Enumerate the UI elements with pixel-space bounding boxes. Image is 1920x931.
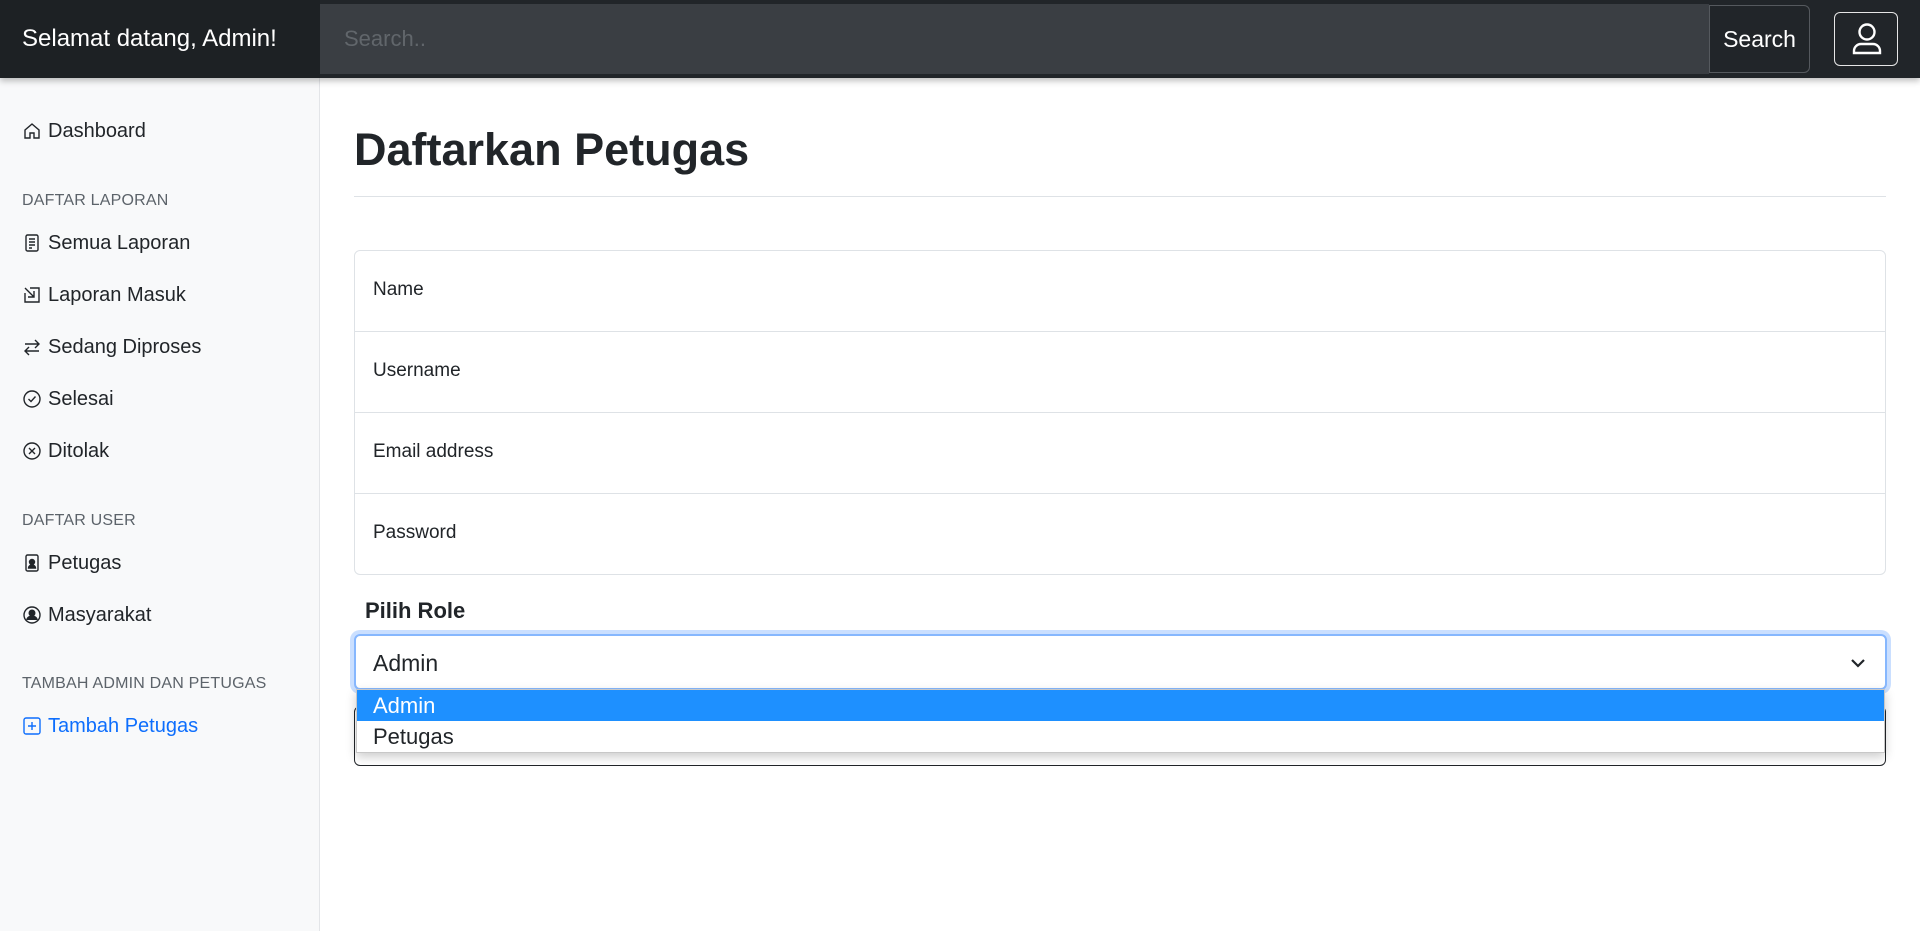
name-field[interactable]: Name xyxy=(354,250,1886,332)
sidebar-item-laporan-masuk[interactable]: Laporan Masuk xyxy=(22,280,186,310)
person-badge-icon xyxy=(25,554,39,572)
sidebar-item-semua-laporan[interactable]: Semua Laporan xyxy=(22,228,190,258)
sidebar-item-label: Petugas xyxy=(48,551,122,574)
top-navbar: Selamat datang, Admin! Search xyxy=(0,0,1920,78)
plus-square-icon xyxy=(23,717,41,735)
email-field[interactable]: Email address xyxy=(354,412,1886,494)
sidebar-item-tambah-petugas[interactable]: Tambah Petugas xyxy=(22,711,198,741)
page-title: Daftarkan Petugas xyxy=(354,124,750,175)
role-select-value: Admin xyxy=(373,650,439,676)
sidebar-item-label: Semua Laporan xyxy=(48,231,191,254)
person-circle-icon xyxy=(23,606,41,624)
title-divider xyxy=(354,196,1886,197)
sidebar-item-sedang-diproses[interactable]: Sedang Diproses xyxy=(22,332,201,362)
sidebar-item-petugas[interactable]: Petugas xyxy=(22,548,121,578)
role-option-admin[interactable]: Admin xyxy=(357,690,1884,721)
sidebar-item-label: Ditolak xyxy=(48,439,110,462)
sidebar-item-label: Laporan Masuk xyxy=(48,283,186,306)
sidebar-item-label: Sedang Diproses xyxy=(48,335,202,358)
search-button[interactable]: Search xyxy=(1709,5,1810,73)
sidebar-item-dashboard[interactable]: Dashboard xyxy=(22,116,146,146)
password-field[interactable]: Password xyxy=(354,493,1886,575)
box-arrow-in-icon xyxy=(24,287,40,303)
sidebar: Dashboard DAFTAR LAPORAN Semua Laporan L… xyxy=(0,78,320,931)
welcome-text: Selamat datang, Admin! xyxy=(0,0,320,78)
arrow-left-right-icon xyxy=(24,339,40,356)
sidebar-item-ditolak[interactable]: Ditolak xyxy=(22,436,109,466)
sidebar-item-label: Selesai xyxy=(48,387,114,410)
role-select[interactable]: Admin xyxy=(354,634,1887,690)
sidebar-item-label: Dashboard xyxy=(48,119,146,142)
user-menu-button[interactable] xyxy=(1834,12,1898,66)
role-label: Pilih Role xyxy=(365,598,466,623)
x-circle-icon xyxy=(23,442,41,460)
email-field-label: Email address xyxy=(373,441,494,462)
section-heading-tambah: TAMBAH ADMIN DAN PETUGAS xyxy=(22,675,267,692)
search-input[interactable] xyxy=(320,4,1709,74)
password-field-label: Password xyxy=(373,522,457,543)
section-heading-user: DAFTAR USER xyxy=(22,512,136,529)
role-option-petugas[interactable]: Petugas xyxy=(357,721,1884,752)
sidebar-item-label: Masyarakat xyxy=(48,603,152,626)
house-icon xyxy=(24,123,40,139)
sidebar-item-selesai[interactable]: Selesai xyxy=(22,384,114,414)
role-dropdown-list: Admin Petugas xyxy=(356,689,1885,753)
sidebar-item-label: Tambah Petugas xyxy=(48,714,199,737)
chevron-down-icon xyxy=(1851,659,1865,668)
section-heading-laporan: DAFTAR LAPORAN xyxy=(22,192,169,209)
name-field-label: Name xyxy=(373,279,424,300)
sidebar-item-masyarakat[interactable]: Masyarakat xyxy=(22,600,151,630)
document-icon xyxy=(25,234,39,252)
username-field[interactable]: Username xyxy=(354,331,1886,413)
user-icon xyxy=(1852,23,1882,55)
username-field-label: Username xyxy=(373,360,461,381)
check-badge-icon xyxy=(23,390,41,408)
